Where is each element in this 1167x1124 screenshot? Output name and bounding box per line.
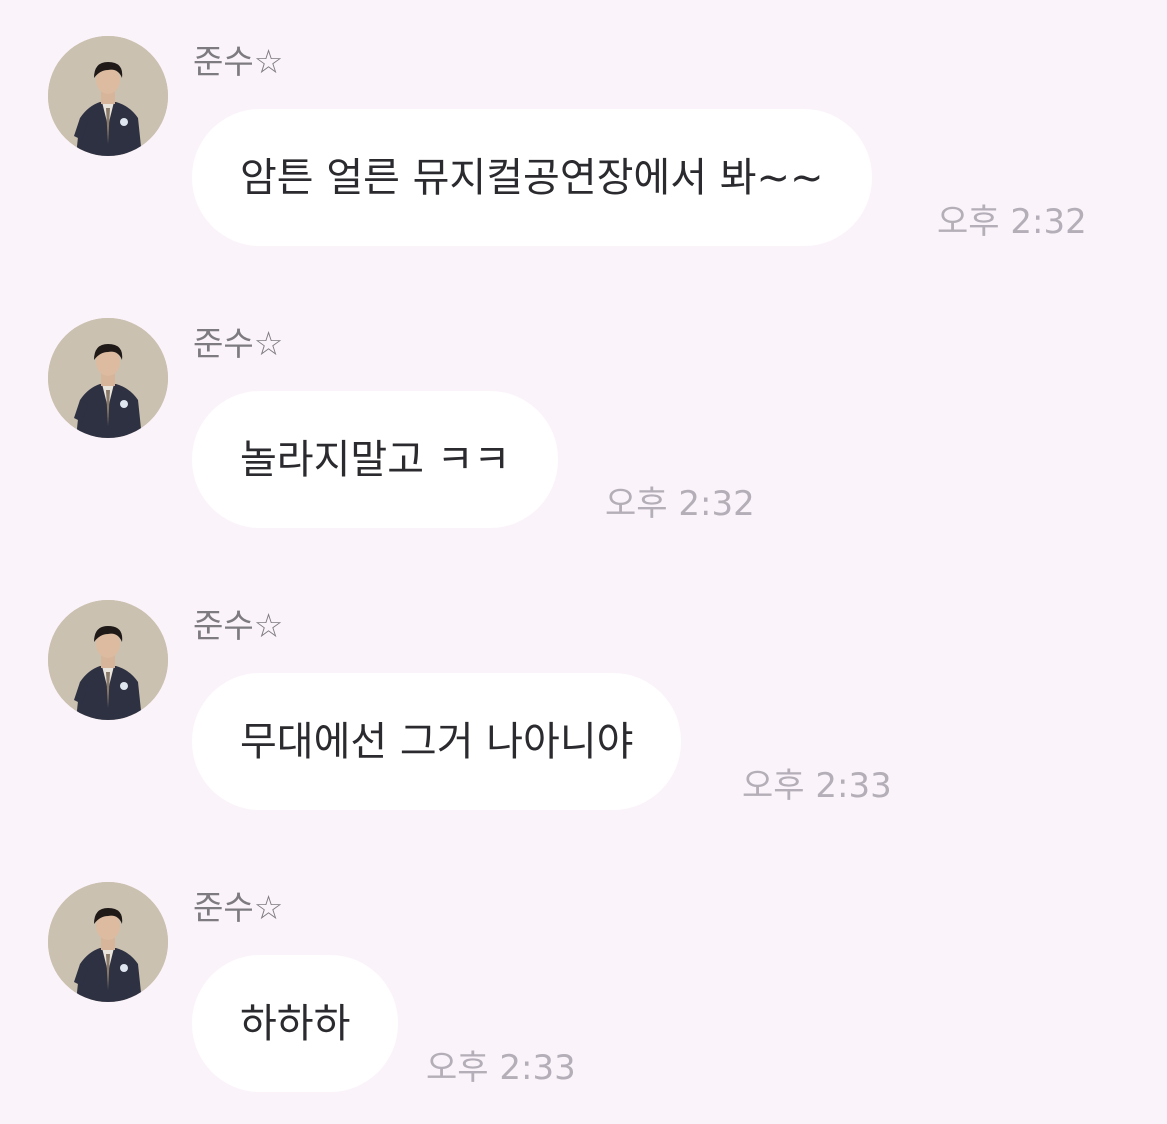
sender-name: 준수☆: [193, 324, 284, 363]
message-timestamp: 오후 2:33: [742, 766, 892, 806]
message-timestamp: 오후 2:32: [937, 202, 1087, 242]
avatar[interactable]: [48, 36, 168, 156]
message-bubble[interactable]: 암튼 얼른 뮤지컬공연장에서 봐~~: [192, 109, 872, 246]
message-bubble[interactable]: 하하하: [192, 955, 399, 1092]
chat-conversation: 준수☆ 암튼 얼른 뮤지컬공연장에서 봐~~ 오후 2:32 준수☆ 놀라지말고…: [0, 0, 1167, 1124]
message-bubble[interactable]: 무대에선 그거 나아니야: [192, 673, 682, 810]
message-row: 준수☆ 암튼 얼른 뮤지컬공연장에서 봐~~ 오후 2:32: [0, 0, 1167, 246]
sender-name: 준수☆: [193, 42, 284, 81]
avatar[interactable]: [48, 600, 168, 720]
message-bubble[interactable]: 놀라지말고 ㅋㅋ: [192, 391, 559, 528]
message-text: 놀라지말고 ㅋㅋ: [240, 436, 511, 483]
message-row: 준수☆ 놀라지말고 ㅋㅋ 오후 2:32: [0, 282, 1167, 528]
message-row: 준수☆ 무대에선 그거 나아니야 오후 2:33: [0, 564, 1167, 810]
message-row: 준수☆ 하하하 오후 2:33: [0, 846, 1167, 1092]
message-text: 하하하: [240, 1000, 351, 1047]
avatar[interactable]: [48, 882, 168, 1002]
message-text: 무대에선 그거 나아니야: [240, 718, 634, 765]
avatar[interactable]: [48, 318, 168, 438]
sender-name: 준수☆: [193, 606, 284, 645]
message-text: 암튼 얼른 뮤지컬공연장에서 봐~~: [240, 154, 824, 201]
message-timestamp: 오후 2:32: [605, 484, 755, 524]
message-timestamp: 오후 2:33: [426, 1048, 576, 1088]
sender-name: 준수☆: [193, 888, 284, 927]
